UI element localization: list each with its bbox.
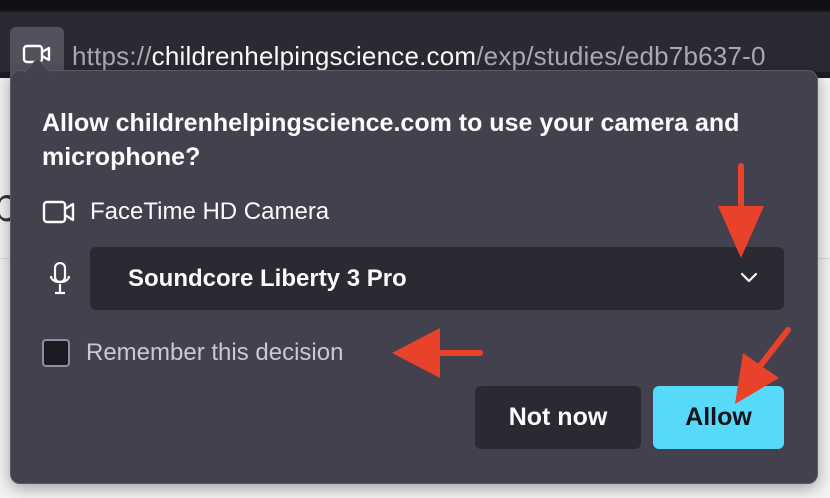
remember-row[interactable]: Remember this decision bbox=[42, 336, 343, 370]
remember-label[interactable]: Remember this decision bbox=[86, 339, 343, 367]
remember-checkbox[interactable] bbox=[42, 339, 70, 367]
not-now-button[interactable]: Not now bbox=[475, 386, 641, 449]
microphone-icon bbox=[49, 262, 71, 295]
chevron-down-icon[interactable] bbox=[740, 271, 758, 285]
browser-toolbar: https://childrenhelpingscience.com/exp/s… bbox=[0, 0, 830, 81]
camera-device-label: FaceTime HD Camera bbox=[90, 198, 330, 225]
url-scheme: https:// bbox=[72, 41, 152, 71]
permission-title: Allow childrenhelpingscience.com to use … bbox=[42, 109, 740, 171]
tab-strip-edge bbox=[0, 0, 830, 10]
camera-icon bbox=[42, 200, 75, 224]
url-bar[interactable]: https://childrenhelpingscience.com/exp/s… bbox=[0, 12, 830, 81]
url-path: /exp/studies/edb7b637-0 bbox=[476, 41, 766, 71]
allow-button[interactable]: Allow bbox=[653, 386, 784, 449]
microphone-selected-value: Soundcore Liberty 3 Pro bbox=[128, 265, 407, 292]
url-text[interactable]: https://childrenhelpingscience.com/exp/s… bbox=[72, 41, 766, 71]
url-host: childrenhelpingscience.com bbox=[151, 41, 477, 71]
camera-row: FaceTime HD Camera bbox=[42, 196, 329, 228]
microphone-dropdown[interactable]: Soundcore Liberty 3 Pro bbox=[90, 247, 784, 310]
